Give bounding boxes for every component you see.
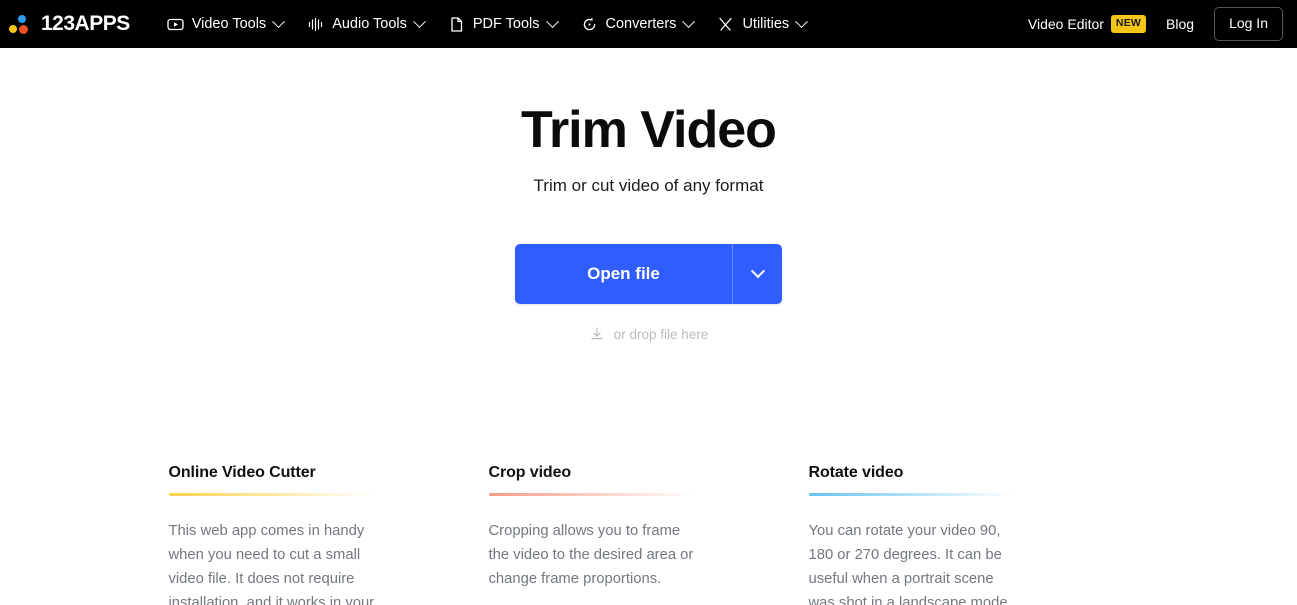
waveform-icon [307, 16, 324, 33]
feature-columns: Online Video Cutter This web app comes i… [0, 464, 1297, 605]
chevron-down-icon [682, 14, 696, 28]
open-file-button[interactable]: Open file [515, 244, 732, 305]
login-button[interactable]: Log In [1214, 7, 1283, 41]
primary-nav: Video Tools Audio Tools PDF Tools Conver… [156, 8, 817, 41]
page-title: Trim Video [521, 101, 777, 159]
drop-file-hint-label: or drop file here [613, 326, 709, 342]
chevron-down-icon [545, 14, 559, 28]
open-file-control-group: Open file [515, 244, 782, 305]
feature-column-rotate-video: Rotate video You can rotate your video 9… [808, 464, 1129, 605]
logo-123apps[interactable]: 123APPS [8, 12, 130, 36]
chevron-down-icon [750, 264, 765, 279]
page-subtitle: Trim or cut video of any format [533, 176, 764, 196]
nav-item-utilities[interactable]: Utilities [706, 8, 817, 41]
feature-column-online-video-cutter: Online Video Cutter This web app comes i… [168, 464, 489, 605]
download-icon [589, 326, 605, 342]
secondary-nav: Video Editor NEW Blog Log In [1028, 7, 1283, 41]
video-editor-label: Video Editor [1027, 16, 1104, 32]
nav-item-pdf-tools[interactable]: PDF Tools [437, 8, 568, 41]
feature-title: Online Video Cutter [168, 464, 316, 482]
nav-item-converters[interactable]: Converters [570, 8, 705, 41]
play-button-icon [167, 16, 184, 33]
feature-body-text: Cropping allows you to frame the video t… [488, 523, 694, 588]
hero-section: Trim Video Trim or cut video of any form… [0, 48, 1297, 342]
feature-accent-rule [168, 493, 374, 497]
nav-item-label: Utilities [742, 16, 790, 32]
feature-accent-rule [488, 493, 694, 497]
new-badge: NEW [1110, 15, 1147, 33]
nav-item-video-editor[interactable]: Video Editor NEW [1027, 15, 1147, 33]
document-icon [448, 16, 465, 33]
open-file-dropdown-button[interactable] [732, 244, 782, 305]
feature-body-text: You can rotate your video 90, 180 or 270… [808, 523, 1008, 605]
feature-title: Crop video [488, 464, 572, 482]
chevron-down-icon [413, 14, 426, 28]
nav-item-label: Converters [605, 16, 677, 32]
nav-item-label: Video Tools [191, 16, 267, 32]
feature-accent-rule [808, 493, 1014, 497]
logo-text: 123APPS [41, 12, 130, 35]
circular-arrow-icon [581, 16, 598, 33]
nav-item-label: PDF Tools [472, 16, 540, 32]
tools-icon [717, 16, 734, 33]
nav-item-video-tools[interactable]: Video Tools [156, 8, 294, 41]
top-navigation-bar: 123APPS Video Tools Audio Tools PDF Tool… [0, 0, 1297, 48]
chevron-down-icon [272, 14, 286, 28]
nav-item-audio-tools[interactable]: Audio Tools [296, 8, 435, 41]
logo-dots-icon [8, 13, 34, 35]
feature-title: Rotate video [808, 464, 904, 482]
chevron-down-icon [795, 14, 809, 28]
drop-file-hint[interactable]: or drop file here [0, 326, 1297, 342]
feature-body-text: This web app comes in handy when you nee… [168, 523, 375, 605]
feature-column-crop-video: Crop video Cropping allows you to frame … [488, 464, 809, 605]
nav-item-label: Audio Tools [332, 16, 407, 32]
nav-item-blog[interactable]: Blog [1166, 16, 1194, 32]
